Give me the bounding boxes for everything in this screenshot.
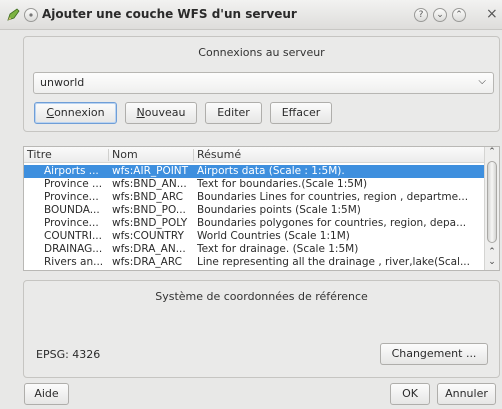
window-title: Ajouter une couche WFS d'un serveur bbox=[42, 7, 297, 21]
cell-title: BOUNDA... bbox=[44, 204, 100, 216]
table-row[interactable]: Airports ... wfs:AIR_POINT Airports data (… bbox=[24, 165, 484, 178]
column-header-name[interactable]: Nom bbox=[112, 148, 138, 161]
cell-summary: World Countries (Scale 1:1M) bbox=[197, 230, 350, 242]
cell-title: Province... bbox=[44, 217, 99, 229]
cell-summary: Boundaries Lines for countries, region ,… bbox=[197, 191, 469, 203]
new-button[interactable]: Nouveau bbox=[125, 102, 197, 124]
cell-title: Province bbox=[44, 269, 106, 270]
help-icon[interactable]: ? bbox=[414, 8, 428, 22]
table-row[interactable]: Province wfs:ISP_ANNO bbox=[24, 269, 484, 270]
cell-summary: Airports data (Scale : 1:5M). bbox=[197, 165, 345, 177]
cell-name: wfs:DRA_AN... bbox=[112, 243, 186, 255]
edit-button[interactable]: Editer bbox=[205, 102, 262, 124]
scroll-up-icon[interactable]: ⌃ bbox=[487, 247, 497, 257]
cell-name: wfs:COUNTRY bbox=[112, 230, 184, 242]
cell-title: Province ... bbox=[44, 178, 103, 190]
cell-summary: Text for drainage. (Scale 1:5M) bbox=[197, 243, 359, 255]
cell-name: wfs:BND_AN... bbox=[112, 178, 187, 190]
change-crs-button[interactable]: Changement ... bbox=[380, 343, 488, 365]
table-row[interactable]: COUNTRI... wfs:COUNTRY World Countries (Sc… bbox=[24, 230, 484, 243]
cell-title: Airports ... bbox=[44, 165, 99, 177]
connection-select[interactable]: unworld ⌵ bbox=[33, 72, 494, 94]
scroll-thumb[interactable] bbox=[487, 161, 497, 243]
minimize-icon[interactable]: ⌄ bbox=[433, 8, 447, 22]
layer-list[interactable]: Titre Nom Résumé Airports ... wfs:AIR_POI… bbox=[23, 146, 500, 271]
cell-name: wfs:AIR_POINT bbox=[112, 165, 189, 177]
cell-title: DRAINAG... bbox=[44, 243, 103, 255]
cell-title: Rivers an... bbox=[44, 256, 104, 268]
table-row[interactable]: BOUNDA... wfs:BND_PO... Boundaries points … bbox=[24, 204, 484, 217]
column-header-title[interactable]: Titre bbox=[27, 148, 52, 161]
cell-name: wfs:DRA_ARC bbox=[112, 256, 182, 268]
cell-name: wfs:BND_POLY bbox=[112, 217, 188, 229]
crs-current-value: EPSG: 4326 bbox=[36, 348, 101, 361]
scroll-up-icon[interactable]: ⌃ bbox=[487, 147, 497, 157]
cell-title: COUNTRI... bbox=[44, 230, 102, 242]
table-row[interactable]: Province ... wfs:BND_AN... Text for bounda… bbox=[24, 178, 484, 191]
layer-list-scrollbar[interactable]: ⌃ ⌃ ⌄ bbox=[484, 147, 499, 270]
server-connections-title: Connexions au serveur bbox=[198, 46, 325, 59]
cell-title: Province... bbox=[44, 191, 99, 203]
delete-button[interactable]: Effacer bbox=[270, 102, 332, 124]
title-bar[interactable]: Ajouter une couche WFS d'un serveur ? ⌄ … bbox=[0, 0, 502, 30]
cell-summary: Boundaries polygones for countries, regi… bbox=[197, 217, 467, 229]
close-icon[interactable]: × bbox=[486, 6, 498, 22]
ok-button[interactable]: OK bbox=[390, 383, 430, 405]
crs-group-title: Système de coordonnées de référence bbox=[155, 290, 368, 303]
connection-select-value: unworld bbox=[40, 76, 85, 89]
maximize-icon[interactable]: ⌃ bbox=[452, 8, 466, 22]
cell-name: wfs:ISP_ANNO bbox=[112, 269, 192, 270]
connect-button[interactable]: Connexion bbox=[34, 102, 117, 124]
table-row[interactable]: Province... wfs:BND_ARC Boundaries Lines f… bbox=[24, 191, 484, 204]
cell-summary: Boundaries points (Scale 1:5M) bbox=[197, 204, 361, 216]
table-row[interactable]: Rivers an... wfs:DRA_ARC Line representing… bbox=[24, 256, 484, 269]
scroll-down-icon[interactable]: ⌄ bbox=[487, 257, 497, 267]
cell-summary: Line representing all the drainage , riv… bbox=[197, 256, 470, 268]
table-row[interactable]: Province... wfs:BND_POLY Boundaries polygo… bbox=[24, 217, 484, 230]
cell-summary: Text for boundaries.(Scale 1:5M) bbox=[197, 178, 368, 190]
help-button[interactable]: Aide bbox=[24, 383, 69, 405]
chevron-down-icon: ⌵ bbox=[478, 76, 486, 87]
qgis-pencil-icon bbox=[7, 8, 20, 21]
column-header-summary[interactable]: Résumé bbox=[197, 148, 241, 161]
cancel-button[interactable]: Annuler bbox=[437, 383, 496, 405]
table-row[interactable]: DRAINAG... wfs:DRA_AN... Text for drainage… bbox=[24, 243, 484, 256]
pin-icon[interactable] bbox=[24, 8, 38, 22]
layer-list-header: Titre Nom Résumé bbox=[24, 147, 484, 163]
cell-name: wfs:BND_PO... bbox=[112, 204, 186, 216]
cell-name: wfs:BND_ARC bbox=[112, 191, 183, 203]
